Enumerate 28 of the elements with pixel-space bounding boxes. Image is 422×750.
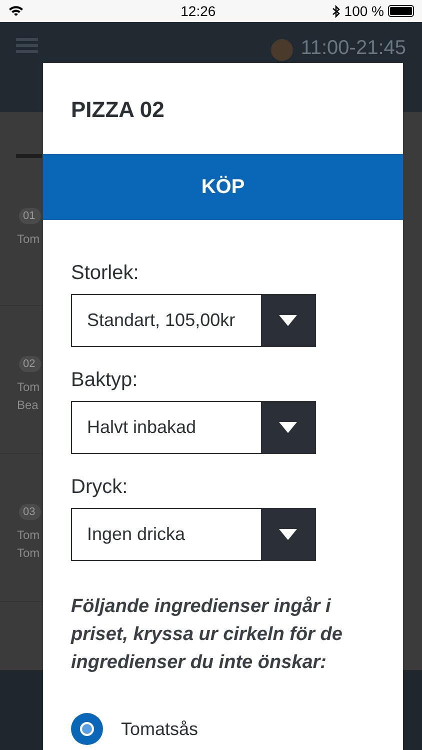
item-description: Tom: [17, 527, 41, 544]
caret-icon: [279, 315, 297, 326]
item-description: Tom: [17, 545, 41, 562]
buy-button[interactable]: KÖP: [43, 154, 403, 220]
dropdown-select[interactable]: Standart, 105,00kr: [71, 294, 316, 347]
item-number-badge: 02: [19, 356, 41, 372]
ingredient-radio[interactable]: [71, 713, 103, 745]
battery-icon: [388, 5, 414, 17]
item-description: Tom: [17, 231, 41, 248]
dropdown-select[interactable]: Ingen dricka: [71, 508, 316, 561]
item-number-badge: 01: [19, 208, 41, 224]
battery-percent: 100 %: [344, 2, 384, 20]
ingredient-name: Tomatsås: [121, 718, 198, 740]
caret-icon: [279, 422, 297, 433]
field-label: Storlek:: [71, 261, 140, 286]
wifi-icon: [8, 5, 24, 17]
dialog-title: PIZZA 02: [71, 96, 166, 124]
opening-hours: 11:00-21:45: [300, 36, 406, 60]
instructions-text: Följande ingredienser ingår i priset, kryssa ur cirkeln för de ingredienser du inte önskar:: [71, 595, 344, 675]
bluetooth-icon: [332, 4, 340, 18]
dropdown-select[interactable]: Halvt inbakad: [71, 401, 316, 454]
item-description: Bea: [17, 397, 40, 414]
clock-time: 12:26: [180, 2, 216, 20]
caret-icon: [279, 529, 297, 540]
item-description: Tom: [17, 379, 41, 396]
field-label: Baktyp:: [71, 368, 139, 393]
field-label: Dryck:: [71, 475, 129, 500]
item-number-badge: 03: [19, 504, 41, 520]
